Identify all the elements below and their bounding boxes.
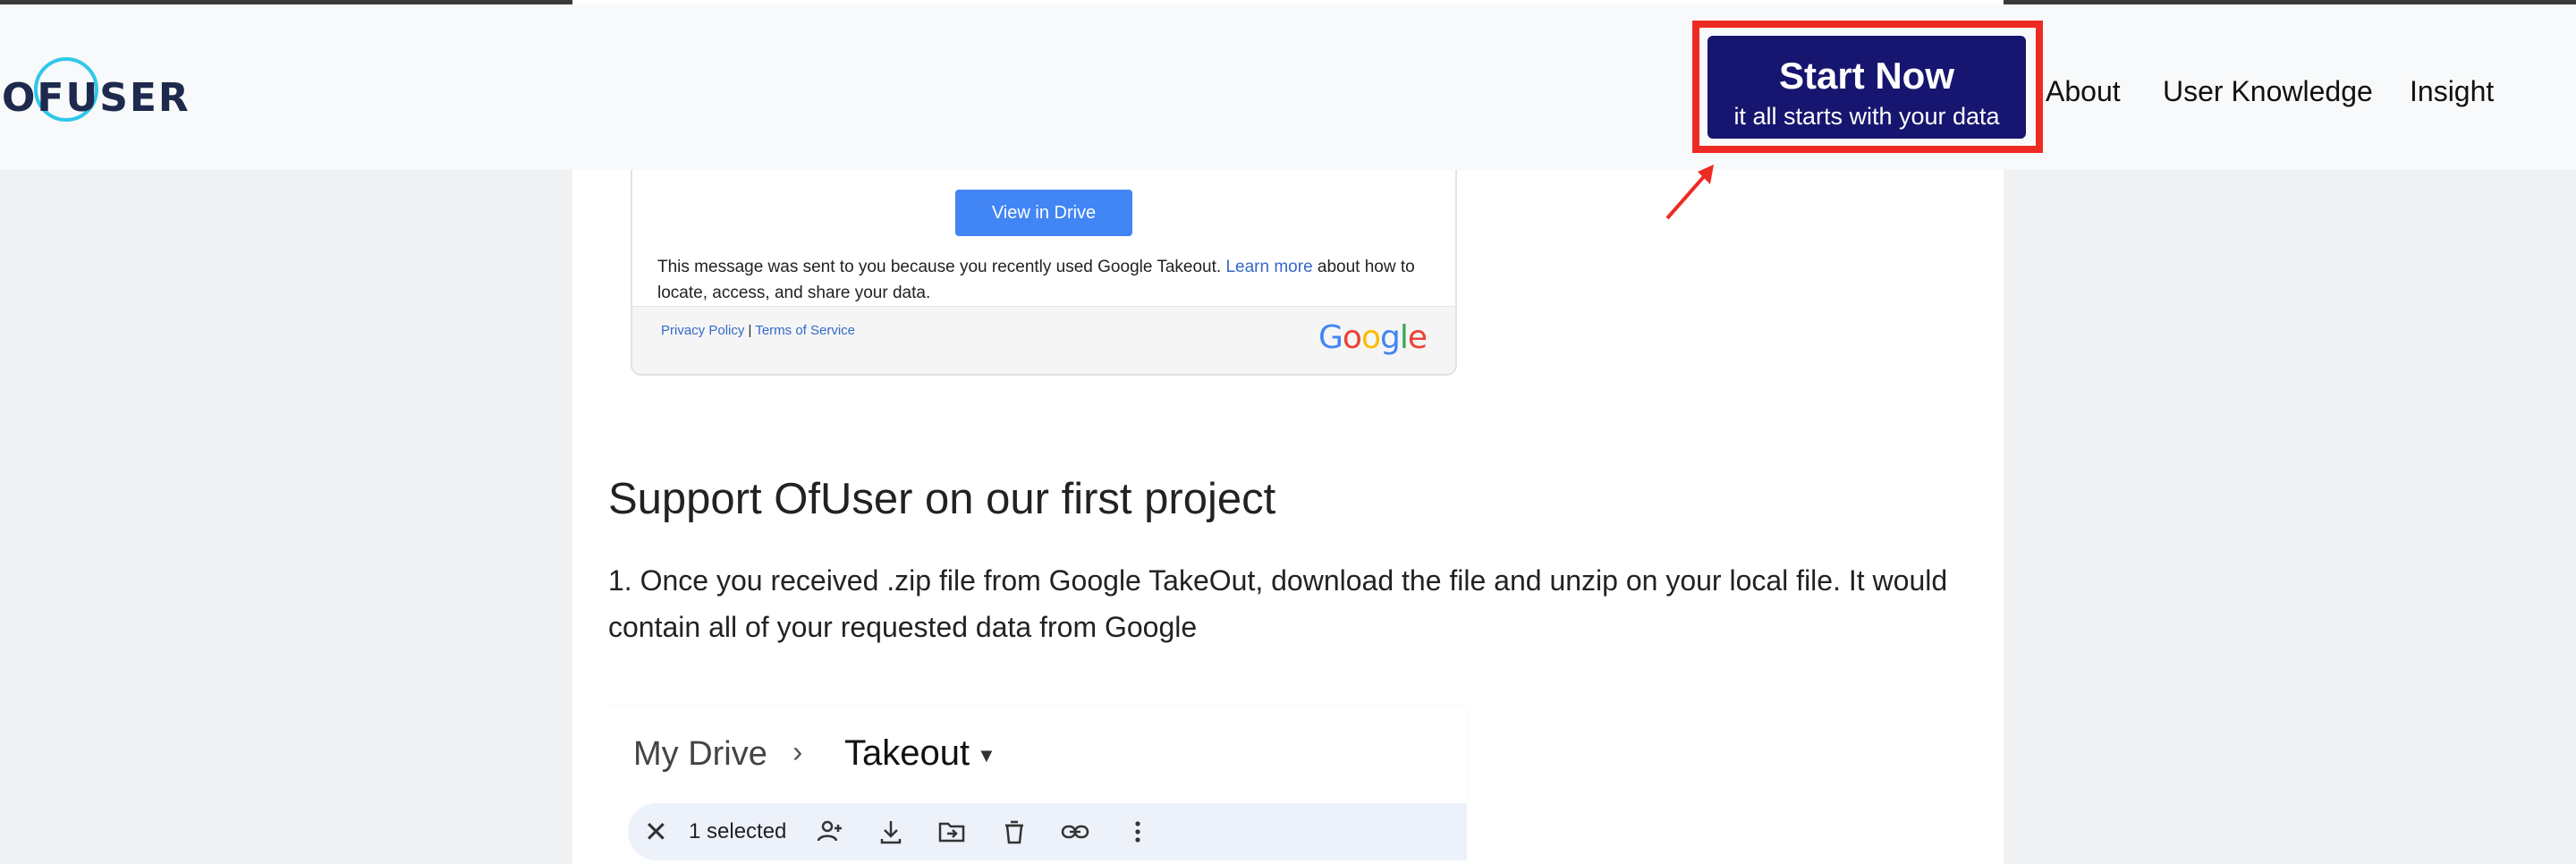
google-letter: G xyxy=(1318,319,1343,356)
start-now-button[interactable]: Start Now it all starts with your data xyxy=(1707,36,2026,139)
close-icon[interactable]: ✕ xyxy=(644,814,668,850)
annotation-arrow-icon xyxy=(1665,165,1714,220)
trash-icon[interactable] xyxy=(998,816,1030,848)
privacy-policy-link[interactable]: Privacy Policy xyxy=(661,323,744,338)
nav-insight[interactable]: Insight xyxy=(2410,74,2494,108)
email-message-prefix: This message was sent to you because you… xyxy=(657,258,1226,276)
move-to-folder-icon[interactable] xyxy=(936,816,968,848)
download-icon[interactable] xyxy=(875,816,907,848)
google-letter: g xyxy=(1379,319,1401,356)
step-paragraph: 1. Once you received .zip file from Goog… xyxy=(608,564,1948,643)
selected-count: 1 selected xyxy=(689,819,787,843)
caret-down-icon[interactable]: ▼ xyxy=(977,744,996,767)
ofuser-logo[interactable]: OFUSER xyxy=(0,54,189,134)
nav-user-knowledge[interactable]: User Knowledge xyxy=(2163,74,2373,108)
email-message: This message was sent to you because you… xyxy=(657,254,1427,306)
section-heading: Support OfUser on our first project xyxy=(608,475,1276,523)
footer-separator: | xyxy=(744,323,756,338)
view-in-drive-button[interactable]: View in Drive xyxy=(955,190,1132,236)
google-letter: o xyxy=(1360,319,1381,356)
learn-more-link[interactable]: Learn more xyxy=(1225,258,1312,276)
terms-of-service-link[interactable]: Terms of Service xyxy=(755,323,855,338)
share-person-icon[interactable] xyxy=(814,816,846,848)
drive-screenshot: My Drive › Takeout ▼ ✕ 1 selected xyxy=(608,707,1467,864)
breadcrumb-takeout[interactable]: Takeout xyxy=(844,733,970,774)
more-options-icon[interactable] xyxy=(1122,816,1154,848)
breadcrumb-my-drive[interactable]: My Drive xyxy=(633,735,767,774)
breadcrumb-separator-icon: › xyxy=(792,735,803,769)
start-now-subtitle: it all starts with your data xyxy=(1733,103,2000,130)
link-icon[interactable] xyxy=(1059,816,1091,848)
google-letter: o xyxy=(1342,319,1362,356)
start-now-title: Start Now xyxy=(1778,55,1954,97)
google-logo: Google xyxy=(1318,319,1428,356)
google-letter: l xyxy=(1399,319,1409,356)
site-header: OFUSER Start Now it all starts with your… xyxy=(0,4,2576,170)
email-footer-links: Privacy Policy | Terms of Service xyxy=(661,323,855,338)
email-footer: Privacy Policy | Terms of Service Google xyxy=(632,306,1455,374)
google-letter: e xyxy=(1407,319,1428,356)
selection-toolbar: ✕ 1 selected xyxy=(628,803,1467,860)
logo-text: OFUSER xyxy=(2,75,191,121)
nav-about[interactable]: About xyxy=(2046,74,2121,108)
